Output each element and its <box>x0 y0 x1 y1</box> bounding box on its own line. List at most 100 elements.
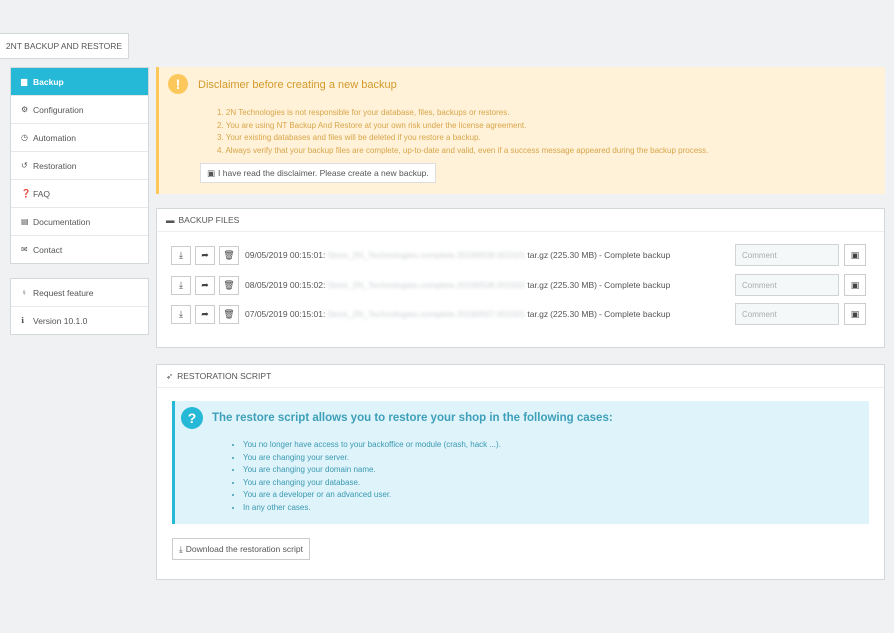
backup-type: - Complete backup <box>598 250 671 260</box>
delete-button[interactable]: 🗑 <box>219 304 239 324</box>
disclaimer-alert: ! Disclaimer before creating a new backu… <box>156 67 885 194</box>
download-button[interactable]: ⤓ <box>171 304 191 324</box>
save-comment-button[interactable]: ▣ <box>844 303 866 325</box>
download-restoration-label: Download the restoration script <box>185 544 303 554</box>
sidebar-item-backup[interactable]: ▆ Backup <box>11 68 148 96</box>
sidebar-item-documentation[interactable]: ▤ Documentation <box>11 208 148 236</box>
sidebar: ▆ Backup ⚙ Configuration ◷ Automation ↺ … <box>10 67 149 335</box>
book-icon: ▤ <box>21 217 29 226</box>
backup-date: 09/05/2019 00:15:01: <box>245 250 326 260</box>
trash-icon: 🗑 <box>223 249 235 260</box>
disclaimer-item: 1. 2N Technologies is not responsible fo… <box>217 108 510 117</box>
sidebar-extra: ♀ Request feature ℹ Version 10.1.0 <box>10 278 149 335</box>
backup-size: (225.30 MB) <box>550 280 597 290</box>
sidebar-item-label: Restoration <box>33 160 77 171</box>
disclaimer-item: 3. Your existing databases and files wil… <box>217 133 481 142</box>
backup-extension: tar.gz <box>527 250 549 260</box>
sidebar-nav: ▆ Backup ⚙ Configuration ◷ Automation ↺ … <box>10 67 149 264</box>
sidebar-item-label: FAQ <box>33 188 51 199</box>
backup-row: ⤓ ➦ 🗑 08/05/2019 00:15:02: Store_2N_Tech… <box>171 274 670 296</box>
trash-icon: 🗑 <box>223 279 235 290</box>
backup-type: - Complete backup <box>598 280 671 290</box>
save-icon: ▣ <box>850 308 860 319</box>
sidebar-item-label: Automation <box>33 132 76 143</box>
backup-files-title: BACKUP FILES <box>178 215 240 225</box>
share-button[interactable]: ➦ <box>195 304 215 324</box>
backup-files-panel: ▬ BACKUP FILES ⤓ ➦ 🗑 09/05/2019 00:15:01… <box>156 208 885 348</box>
sidebar-item-configuration[interactable]: ⚙ Configuration <box>11 96 148 124</box>
save-icon: ▣ <box>850 249 860 260</box>
restoration-title: RESTORATION SCRIPT <box>177 371 272 381</box>
share-button[interactable]: ➦ <box>195 245 215 265</box>
backup-filename: Store_2N_Technologies.complete.20190509.… <box>327 250 526 260</box>
backup-row: ⤓ ➦ 🗑 07/05/2019 00:15:01: Store_2N_Tech… <box>171 303 670 325</box>
delete-button[interactable]: 🗑 <box>219 245 239 265</box>
disclaimer-item: 2. You are using NT Backup And Restore a… <box>217 120 527 130</box>
restoration-case: You no longer have access to your backof… <box>243 439 501 452</box>
rocket-icon: ➶ <box>166 370 174 381</box>
save-icon: ▣ <box>850 279 860 290</box>
restoration-case: You are changing your server. <box>243 452 501 465</box>
backup-extension: tar.gz <box>527 280 549 290</box>
question-icon: ❓ <box>21 189 31 198</box>
download-icon: ⤓ <box>179 279 183 290</box>
sidebar-item-label: Request feature <box>33 287 94 298</box>
sidebar-item-label: Contact <box>33 244 63 255</box>
backup-filename: Store_2N_Technologies.complete.20190508.… <box>327 280 526 290</box>
save-comment-button[interactable]: ▣ <box>844 244 866 266</box>
download-icon: ⤓ <box>179 249 183 260</box>
backup-date: 08/05/2019 00:15:02: <box>245 280 326 290</box>
restoration-case: You are changing your domain name. <box>243 464 501 477</box>
delete-button[interactable]: 🗑 <box>219 275 239 295</box>
download-button[interactable]: ⤓ <box>171 275 191 295</box>
sidebar-item-label: Configuration <box>33 104 84 115</box>
share-button[interactable]: ➦ <box>195 275 215 295</box>
restoration-header: ➶ RESTORATION SCRIPT <box>157 365 884 388</box>
cogs-icon: ⚙ <box>21 105 29 114</box>
sidebar-item-version: ℹ Version 10.1.0 <box>11 307 148 334</box>
restoration-info-title: The restore script allows you to restore… <box>212 412 613 424</box>
restoration-cases: You no longer have access to your backof… <box>229 439 501 514</box>
archive-icon: ▬ <box>166 215 175 225</box>
create-backup-label: I have read the disclaimer. Please creat… <box>218 168 429 178</box>
backup-icon: ▆ <box>21 77 28 86</box>
save-icon: ▣ <box>207 167 216 178</box>
create-backup-button[interactable]: ▣ I have read the disclaimer. Please cre… <box>200 163 436 183</box>
disclaimer-item: 4. Always verify that your backup files … <box>217 145 709 155</box>
restoration-info: ? The restore script allows you to resto… <box>172 401 869 524</box>
info-icon: ℹ <box>21 316 25 325</box>
clock-icon: ◷ <box>21 133 28 142</box>
disclaimer-title: Disclaimer before creating a new backup <box>198 79 397 91</box>
comment-input[interactable]: Comment <box>735 274 839 296</box>
module-tab[interactable]: 2NT BACKUP AND RESTORE <box>0 33 129 59</box>
restoration-case: You are changing your database. <box>243 477 501 490</box>
restoration-script-panel: ➶ RESTORATION SCRIPT ? The restore scrip… <box>156 364 885 580</box>
lightbulb-icon: ♀ <box>21 288 27 297</box>
sidebar-item-request-feature[interactable]: ♀ Request feature <box>11 279 148 307</box>
backup-files-header: ▬ BACKUP FILES <box>157 209 884 232</box>
backup-size: (225.30 MB) <box>550 309 597 319</box>
save-comment-button[interactable]: ▣ <box>844 274 866 296</box>
share-icon: ➦ <box>201 308 209 319</box>
backup-size: (225.30 MB) <box>550 250 597 260</box>
sidebar-item-restoration[interactable]: ↺ Restoration <box>11 152 148 180</box>
comment-input[interactable]: Comment <box>735 303 839 325</box>
sidebar-item-label: Documentation <box>33 216 91 227</box>
restoration-case: In any other cases. <box>243 502 501 515</box>
share-icon: ➦ <box>201 279 209 290</box>
comment-input[interactable]: Comment <box>735 244 839 266</box>
version-label: Version 10.1.0 <box>33 315 88 326</box>
question-circle-icon: ? <box>181 407 203 429</box>
download-button[interactable]: ⤓ <box>171 245 191 265</box>
backup-filename: Store_2N_Technologies.complete.20190507.… <box>327 309 526 319</box>
share-icon: ➦ <box>201 249 209 260</box>
sidebar-item-faq[interactable]: ❓ FAQ <box>11 180 148 208</box>
backup-row: ⤓ ➦ 🗑 09/05/2019 00:15:01: Store_2N_Tech… <box>171 244 670 266</box>
sidebar-item-contact[interactable]: ✉ Contact <box>11 236 148 263</box>
sidebar-item-automation[interactable]: ◷ Automation <box>11 124 148 152</box>
download-icon: ⤓ <box>179 308 183 319</box>
download-restoration-script-button[interactable]: ⤓ Download the restoration script <box>172 538 310 560</box>
download-icon: ⤓ <box>179 543 183 554</box>
disclaimer-list: 1. 2N Technologies is not responsible fo… <box>217 107 708 157</box>
history-icon: ↺ <box>21 161 28 170</box>
